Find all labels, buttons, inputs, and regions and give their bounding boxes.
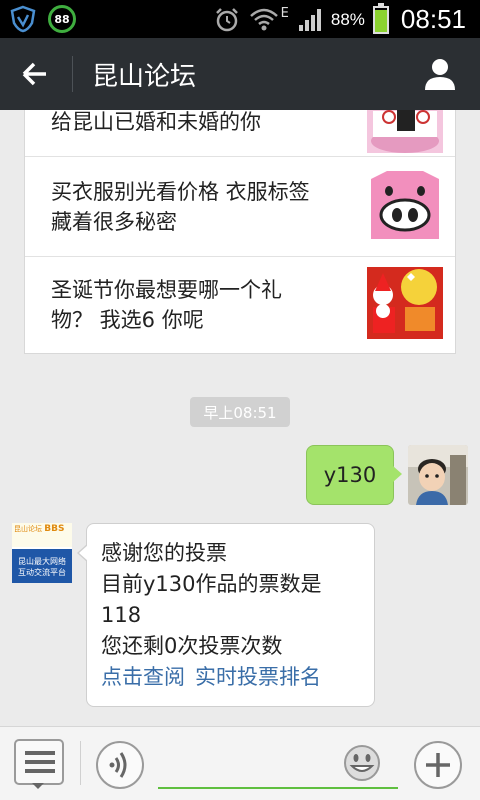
cake-thumbnail-icon xyxy=(367,110,443,153)
news-item[interactable]: 圣诞节你最想要哪一个礼 物？ 我选6 你呢 xyxy=(25,257,455,354)
status-bar: 88 E 88% 08:51 xyxy=(0,0,480,38)
view-link[interactable]: 点击查阅 xyxy=(101,665,185,689)
news-item[interactable]: 买衣服别光看价格 衣服标签 藏着很多秘密 xyxy=(25,157,455,257)
christmas-thumbnail-icon xyxy=(367,267,443,339)
bot-avatar-tagline: 昆山最大网络 互动交流平台 xyxy=(18,557,66,577)
news-card: 给昆山已婚和未婚的你 买衣服别光看价格 衣服标签 藏着很多秘密 圣诞节你最想要哪… xyxy=(24,110,456,354)
message-line: 118 xyxy=(101,603,142,627)
news-item-title: 圣诞节你最想要哪一个礼 物？ 我选6 你呢 xyxy=(51,278,282,332)
divider xyxy=(80,741,81,785)
chat-area[interactable]: 给昆山已婚和未婚的你 买衣服别光看价格 衣服标签 藏着很多秘密 圣诞节你最想要哪… xyxy=(0,110,480,726)
battery-icon xyxy=(372,2,389,34)
clock: 08:51 xyxy=(400,4,466,34)
page-title: 昆山论坛 xyxy=(92,62,197,92)
shield-icon xyxy=(10,5,36,33)
news-item-title: 买衣服别光看价格 衣服标签 藏着很多秘密 xyxy=(51,180,310,234)
wifi-icon xyxy=(249,8,278,30)
pig-shirt-thumbnail-icon xyxy=(371,171,439,239)
network-type: E xyxy=(280,6,289,21)
plus-icon[interactable] xyxy=(414,741,462,789)
signal-icon xyxy=(298,8,321,31)
person-icon[interactable] xyxy=(420,54,460,94)
incoming-message-bubble: 感谢您的投票 目前y130作品的票数是 118 您还剩0次投票次数 点击查阅 实时… xyxy=(77,523,375,707)
message-links: 点击查阅 实时投票排名 xyxy=(101,662,374,693)
input-bar xyxy=(0,726,480,800)
bot-avatar-brand: 昆山论坛 BBS xyxy=(14,524,65,534)
list-menu-icon[interactable] xyxy=(14,739,64,785)
user-avatar[interactable] xyxy=(408,445,468,505)
message-line: 目前y130作品的票数是 xyxy=(101,572,322,596)
timestamp-label: 早上08:51 xyxy=(190,397,290,427)
message-line: 您还剩0次投票次数 xyxy=(101,634,283,658)
message-line: 感谢您的投票 xyxy=(101,541,227,565)
bot-avatar[interactable]: 昆山论坛 BBS 昆山最大网络 互动交流平台 xyxy=(12,523,72,583)
battery-percent: 88% xyxy=(330,9,365,29)
arrow-left-icon[interactable] xyxy=(16,54,56,94)
chevron-down-icon xyxy=(32,783,44,789)
badge-88-icon: 88 xyxy=(48,5,76,33)
title-bar: 昆山论坛 xyxy=(0,38,480,110)
smiley-icon[interactable] xyxy=(342,743,382,783)
alarm-icon xyxy=(215,7,238,31)
news-item[interactable]: 给昆山已婚和未婚的你 xyxy=(25,110,455,157)
news-item-title: 给昆山已婚和未婚的你 xyxy=(51,110,261,134)
outgoing-message-bubble[interactable]: y130 xyxy=(306,445,402,505)
title-divider xyxy=(72,56,73,92)
voice-icon[interactable] xyxy=(96,741,144,789)
vote-ranking-link[interactable]: 实时投票排名 xyxy=(195,665,321,689)
